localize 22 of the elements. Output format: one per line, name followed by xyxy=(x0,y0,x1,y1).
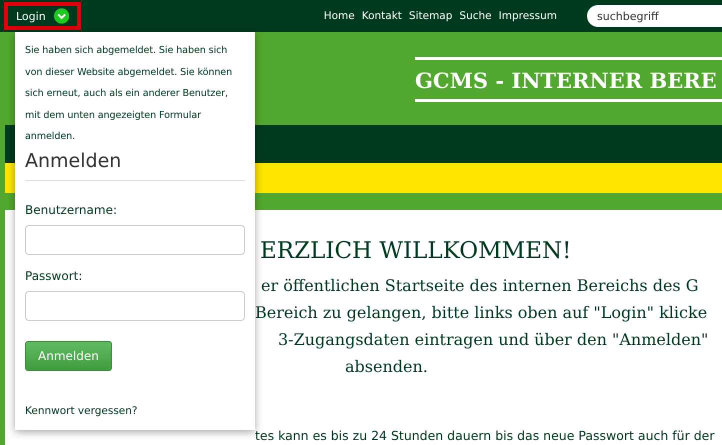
forgot-password-link[interactable]: Kennwort vergessen? xyxy=(25,404,245,416)
password-note: tes kann es bis zu 24 Stunden dauern bis das neue Passwort auch für der xyxy=(255,428,716,443)
nav-link[interactable]: Sitemap xyxy=(408,10,452,22)
input-field[interactable] xyxy=(25,290,245,320)
welcome-text: absenden. xyxy=(344,356,429,378)
field-label: Passwort: xyxy=(25,268,84,282)
search-field[interactable]: suchbegriff xyxy=(587,5,722,27)
nav-link[interactable]: Suche xyxy=(459,10,492,22)
field-label: Benutzername: xyxy=(25,202,118,216)
chevron-down-icon xyxy=(54,6,69,26)
logout-message: Sie haben sich abgemeldet. Sie haben sich von dieser Website abgemeldet. Sie können sich erneut, auch als ein anderer Benutzer, mit dem unten angezeigten Formular anmelden. xyxy=(25,44,234,144)
welcome-text: Bereich zu gelangen, bitte links oben auf "Login" klicke xyxy=(255,302,708,324)
login-heading: Anmelden xyxy=(25,148,245,180)
welcome-text: 3-Zugangsdaten eintragen und über den "Anmelden" xyxy=(277,329,710,351)
input-field[interactable] xyxy=(25,224,245,254)
nav-link[interactable]: Home xyxy=(324,10,355,22)
welcome-text: er öffentlichen Startseite des internen Bereichs des G xyxy=(260,275,700,297)
site-title: GCMS - INTERNER BERE xyxy=(415,57,722,102)
nav-link[interactable]: Impressum xyxy=(498,10,557,22)
welcome-heading: ERZLICH WILLKOMMEN! xyxy=(260,238,572,264)
login-button[interactable]: Login xyxy=(4,2,81,30)
nav-link[interactable]: Kontakt xyxy=(362,10,402,22)
